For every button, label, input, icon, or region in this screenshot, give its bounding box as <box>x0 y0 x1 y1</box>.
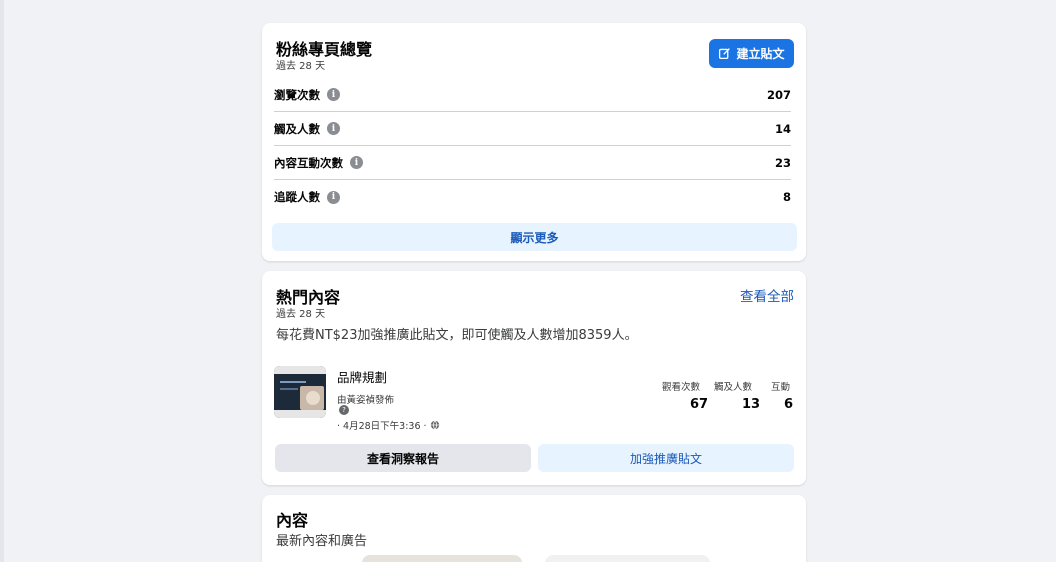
metric-value: 207 <box>766 87 791 102</box>
metric-label: 內容互動次數 <box>274 155 343 170</box>
content-card: 內容 最新內容和廣告 <box>262 495 806 562</box>
metric-label: 追蹤人數 <box>274 190 320 204</box>
edit-icon <box>719 48 731 60</box>
content-preview-item[interactable] <box>545 555 710 562</box>
info-icon[interactable]: i <box>327 88 340 101</box>
metric-label: 瀏覽次數 <box>274 87 320 102</box>
metric-value: 14 <box>774 121 791 136</box>
post-thumbnail[interactable] <box>274 366 326 418</box>
stat-label-engagement: 互動 <box>771 382 791 393</box>
metric-row-reach: 觸及人數 i 14 <box>274 112 791 146</box>
popular-content-card: 熱門內容 過去 28 天 查看全部 每花費NT$23加強推廣此貼文，即可使觸及人… <box>262 271 806 485</box>
stat-value-engagement: 6 <box>784 397 794 412</box>
content-title: 內容 <box>276 511 309 530</box>
post-time-text: · 4月28日下午3:36 · <box>337 421 427 432</box>
post-author: 由黃姿禎發佈 <box>337 395 395 406</box>
info-icon[interactable]: i <box>327 190 340 204</box>
create-post-button[interactable]: 建立貼文 <box>709 39 794 68</box>
question-icon[interactable]: ? <box>339 405 349 415</box>
stat-value-views: 67 <box>690 397 709 412</box>
show-more-button[interactable]: 顯示更多 <box>272 223 797 251</box>
content-subtitle: 最新內容和廣告 <box>276 534 368 549</box>
content-preview-item[interactable] <box>362 555 522 562</box>
stat-value-reach: 13 <box>742 397 761 412</box>
popular-content-period: 過去 28 天 <box>276 309 326 320</box>
create-post-label: 建立貼文 <box>736 47 785 61</box>
boost-post-button[interactable]: 加強推廣貼文 <box>538 444 794 472</box>
page-overview-card: 粉絲專頁總覽 過去 28 天 建立貼文 瀏覽次數 i 207 觸及人數 i 14… <box>262 23 806 261</box>
post-title[interactable]: 品牌規劃 <box>337 367 387 386</box>
promo-note: 每花費NT$23加強推廣此貼文，即可使觸及人數增加8359人。 <box>276 328 638 343</box>
globe-icon <box>430 420 439 430</box>
left-edge-panel <box>0 0 4 562</box>
post-timestamp: · 4月28日下午3:36 · <box>337 418 440 432</box>
metric-row-views: 瀏覽次數 i 207 <box>274 78 791 112</box>
metric-row-followers: 追蹤人數 i 8 <box>274 180 791 214</box>
stat-label-views: 觀看次數 <box>662 382 701 393</box>
metric-value: 23 <box>774 155 791 170</box>
see-all-link[interactable]: 查看全部 <box>740 285 794 305</box>
page-overview-period: 過去 28 天 <box>276 61 326 72</box>
stat-label-reach: 觸及人數 <box>714 382 753 393</box>
info-icon[interactable]: i <box>327 122 340 135</box>
info-icon[interactable]: i <box>350 156 363 169</box>
view-insights-button[interactable]: 查看洞察報告 <box>275 444 531 472</box>
metric-label: 觸及人數 <box>274 121 320 136</box>
metric-value: 8 <box>782 190 791 204</box>
metric-row-engagement: 內容互動次數 i 23 <box>274 146 791 180</box>
